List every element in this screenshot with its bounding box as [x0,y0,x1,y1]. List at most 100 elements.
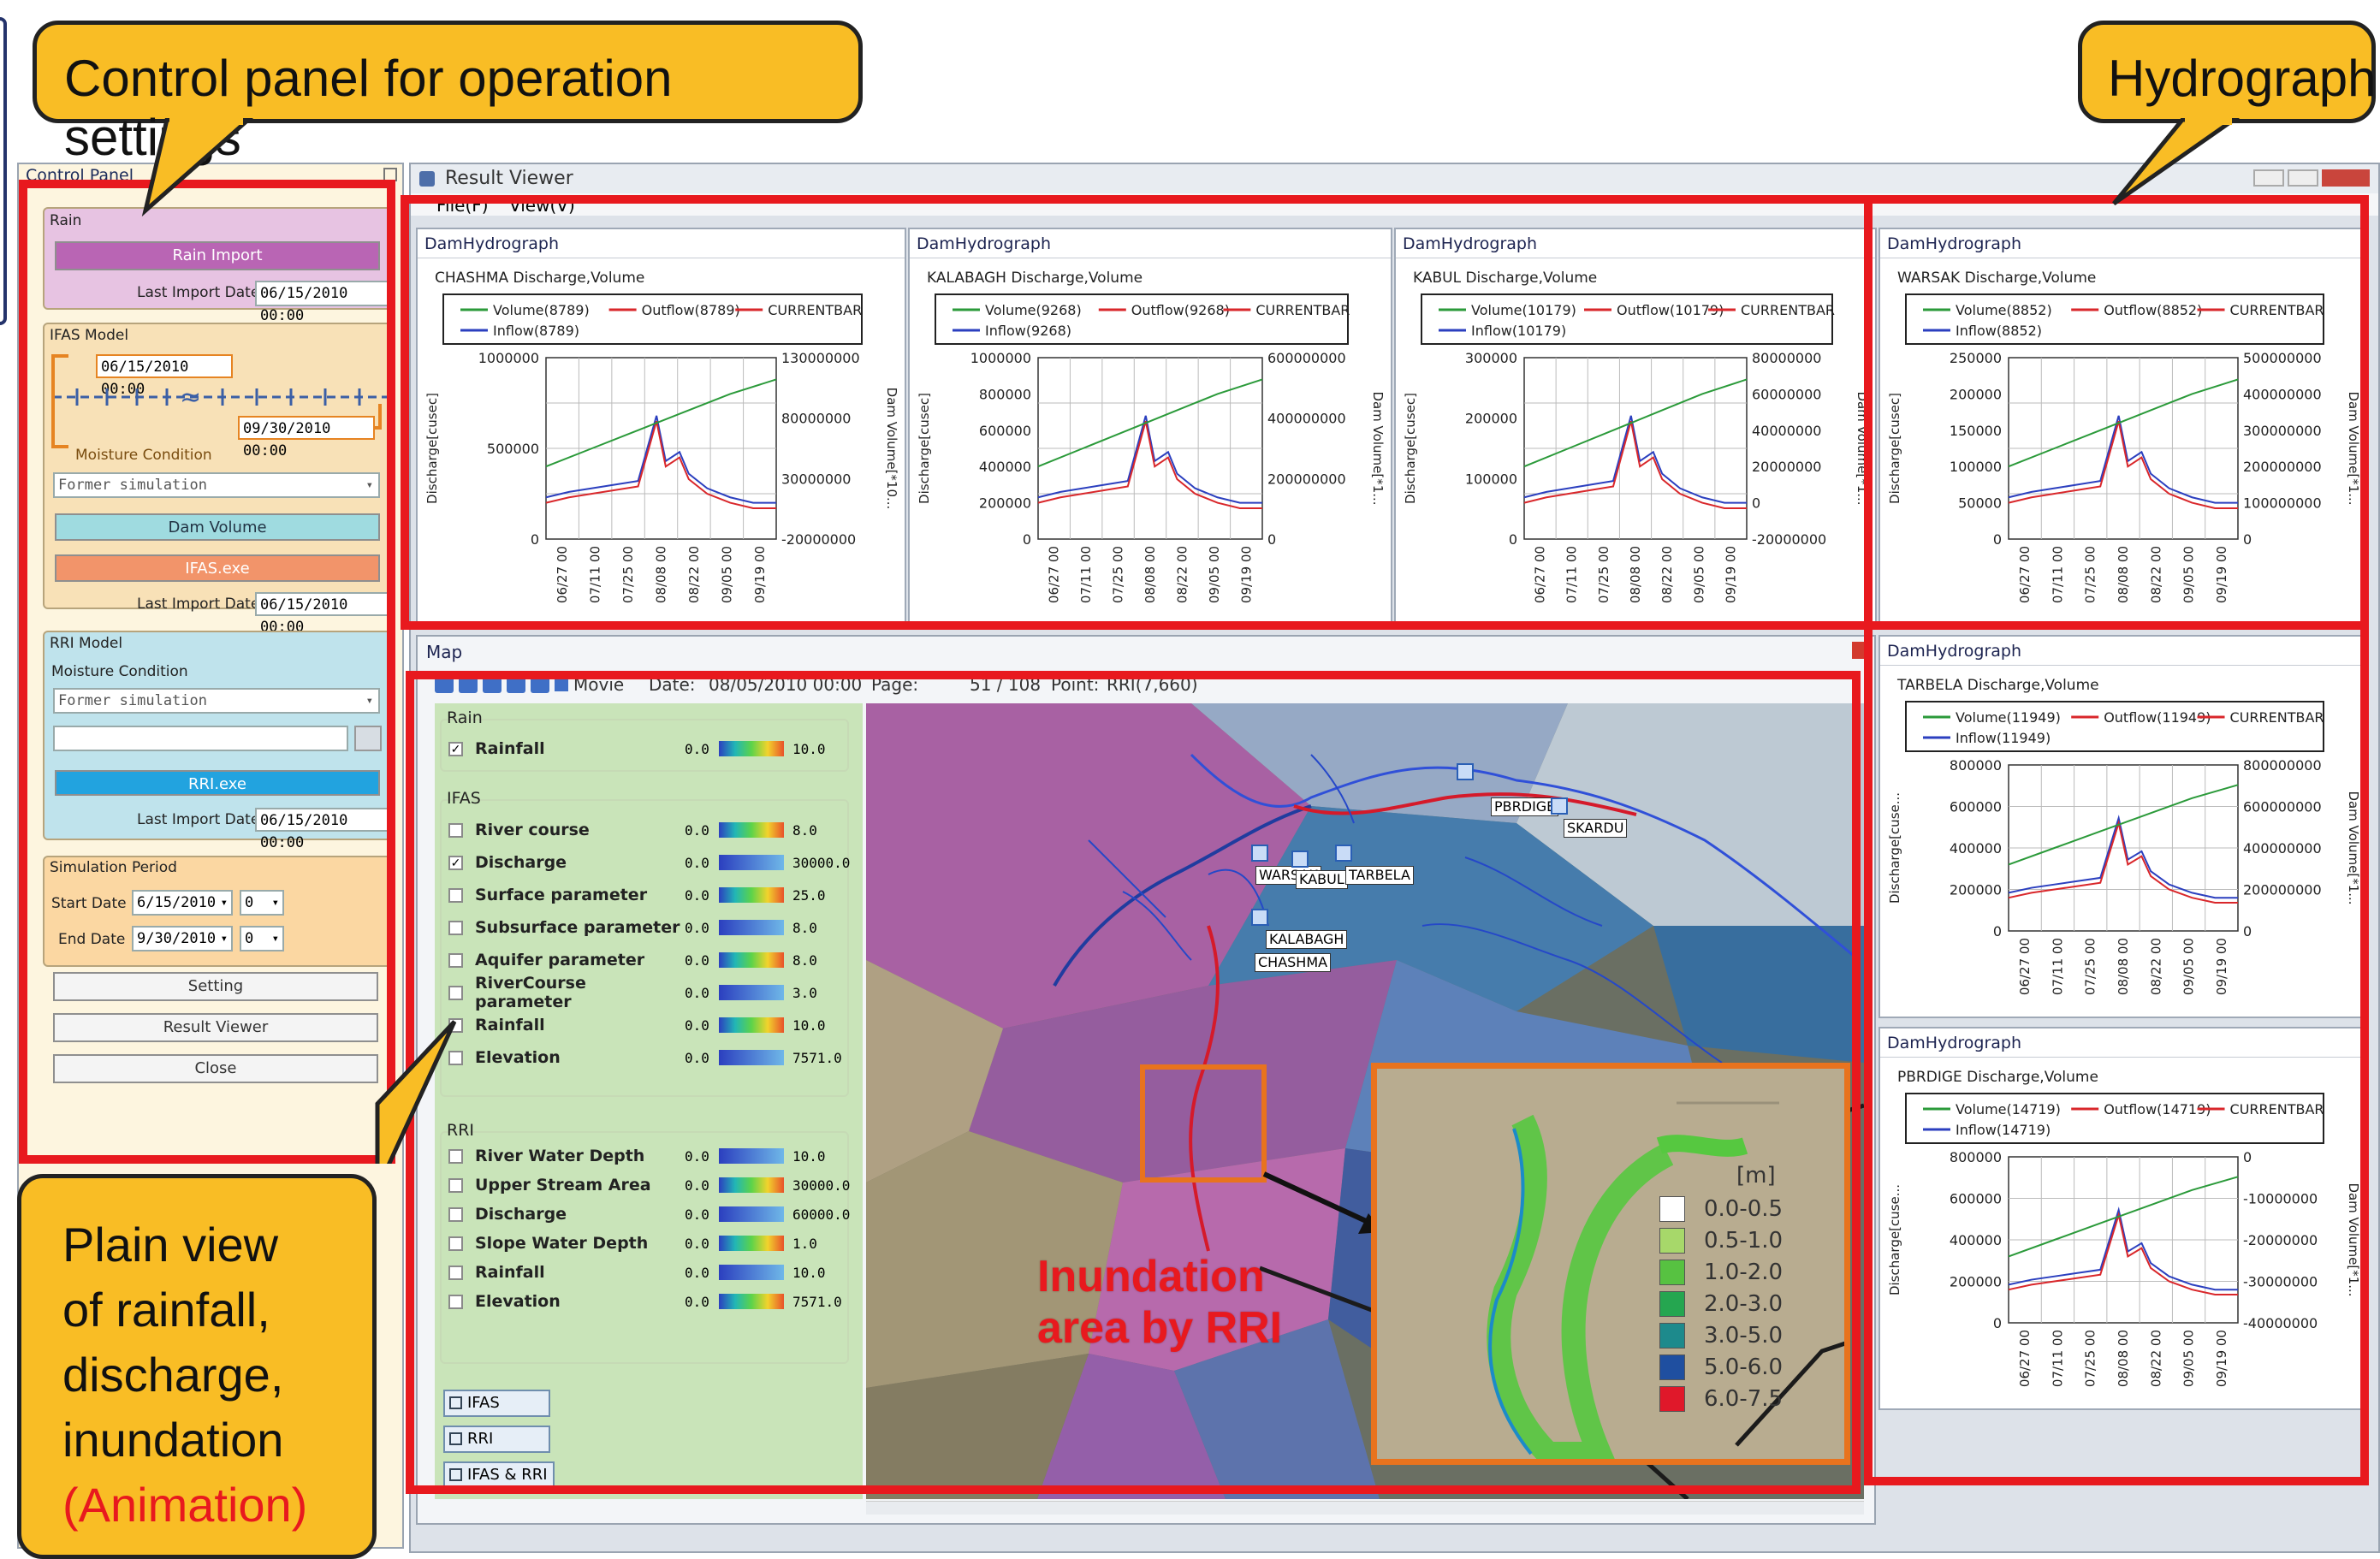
control-panel-pin-icon[interactable] [383,168,397,181]
ifas-group-title: IFAS [447,789,481,808]
map-scrollbar[interactable] [866,1501,1864,1515]
last-frame-button[interactable] [531,676,549,693]
ifas-start-field[interactable]: 06/15/2010 00:00 [96,354,233,398]
map-close-icon[interactable] [1852,642,1869,659]
layer-row[interactable]: ✓ Discharge 0.0 30000.0 [435,846,863,879]
layer-color-bar [719,1236,784,1251]
date-value: 08/05/2010 00:00 [709,674,863,695]
plain-line-3: discharge, [62,1348,284,1402]
layer-checkbox[interactable] [448,920,463,935]
dam-pin-skardu[interactable] [1551,797,1568,815]
ifas-exe-button[interactable]: IFAS.exe [55,554,380,582]
layer-checkbox[interactable]: ✓ [448,855,463,870]
layer-row[interactable]: Subsurface parameter 0.0 8.0 [435,911,863,944]
layer-checkbox[interactable] [448,1294,463,1309]
setting-button[interactable]: Setting [53,972,378,1001]
movie-icon[interactable] [555,678,568,691]
layer-row[interactable]: Elevation 0.0 7571.0 [435,1287,863,1316]
layer-checkbox[interactable]: ✓ [448,741,463,756]
start-date-value: 6/15/2010 [137,894,217,911]
close-icon[interactable] [2322,169,2370,187]
dam-pin-kabul[interactable] [1291,851,1309,868]
point-label: Point: [1051,674,1100,695]
layer-checkbox[interactable] [448,952,463,968]
next-frame-button[interactable] [507,676,525,693]
layer-checkbox[interactable] [448,887,463,903]
hydrograph-title: WARSAK Discharge,Volume [1897,270,2096,287]
y-tick-label: 600000 [979,423,1031,439]
layer-row[interactable]: ✓ Rainfall 0.0 10.0 [435,734,863,763]
layer-row[interactable]: Upper Stream Area 0.0 30000.0 [435,1171,863,1200]
y-tick-label: 250000 [1950,350,2002,366]
end-date-field[interactable]: 9/30/2010 ▾ [132,926,233,951]
layer-row[interactable]: Slope Water Depth 0.0 1.0 [435,1229,863,1258]
layer-row[interactable]: River course 0.0 8.0 [435,814,863,846]
y-tick-label: 300000 [1465,350,1517,366]
x-tick-label: 08/22 00 [2148,938,2163,995]
map-view[interactable]: PBRDIGE SKARDU WARSAK KABUL TARBELA KALA… [866,703,1864,1499]
rri-last-import-field[interactable]: 06/15/2010 00:00 [255,808,392,851]
ifas-mode-button[interactable]: IFAS [443,1390,550,1417]
folder-icon[interactable] [354,726,382,751]
maximize-icon[interactable] [2288,169,2318,187]
layer-row[interactable]: Surface parameter 0.0 25.0 [435,879,863,911]
prev-frame-button[interactable] [459,676,478,693]
layer-checkbox[interactable] [448,1236,463,1251]
result-viewer-title: Result Viewer [445,168,573,189]
rri-exe-button[interactable]: RRI.exe [55,770,380,796]
hydrograph-chart: KABUL Discharge,Volume Volume(10179) Outfl… [1403,270,1870,603]
ifas-moisture-label: Moisture Condition [75,447,212,464]
menu-view[interactable]: View(V) [509,195,575,216]
ifas-last-import-field[interactable]: 06/15/2010 00:00 [255,592,392,636]
close-button[interactable]: Close [53,1054,378,1083]
scale-label: 0.5-1.0 [1704,1227,1784,1254]
layer-row[interactable]: Rainfall 0.0 10.0 [435,1009,863,1041]
start-date-field[interactable]: 6/15/2010 ▾ [132,890,233,916]
rri-mode-button[interactable]: RRI [443,1426,550,1453]
layer-row[interactable]: Aquifer parameter 0.0 8.0 [435,944,863,976]
scale-label: 6.0-7.5 [1704,1385,1784,1412]
dam-pin-tarbela[interactable] [1335,845,1352,862]
layer-checkbox[interactable] [448,1177,463,1193]
hydrograph-header: DamHydrograph [1880,637,2366,666]
layer-color-bar [719,952,784,968]
place-kabul: KABUL [1296,870,1348,889]
rri-file-field[interactable] [53,726,348,751]
layer-row[interactable]: Discharge 0.0 60000.0 [435,1200,863,1229]
ifas-end-field[interactable]: 09/30/2010 00:00 [238,416,375,459]
layer-checkbox[interactable] [448,1265,463,1280]
layer-checkbox[interactable] [448,822,463,838]
rain-import-button[interactable]: Rain Import [55,241,380,270]
start-hour-value: 0 [245,894,254,911]
layer-checkbox[interactable] [448,1206,463,1222]
first-frame-button[interactable] [435,676,454,693]
result-viewer-button[interactable]: Result Viewer [53,1013,378,1042]
plain-view-callout-tail [375,1020,457,1164]
play-button[interactable] [483,676,502,693]
dam-volume-button[interactable]: Dam Volume [55,513,380,541]
dam-pin-pbrdige[interactable] [1457,763,1474,780]
rri-moisture-select[interactable]: Former simulation ▾ [53,688,380,714]
rain-last-import-field[interactable]: 06/15/2010 00:00 [255,281,392,324]
y2-tick-label: -30000000 [2243,1274,2318,1290]
layer-row[interactable]: Elevation 0.0 7571.0 [435,1041,863,1074]
movie-label[interactable]: Movie [573,674,624,695]
minimize-icon[interactable] [2253,169,2284,187]
menu-file[interactable]: File(F) [436,195,489,216]
ifas-rri-mode-button[interactable]: IFAS & RRI [443,1461,555,1489]
ifas-moisture-select[interactable]: Former simulation ▾ [53,472,380,498]
layer-row[interactable]: RiverCourse parameter 0.0 3.0 [435,974,863,1011]
y-tick-label: 200000 [979,495,1031,512]
end-hour-field[interactable]: 0 ▾ [240,926,284,951]
start-hour-field[interactable]: 0 ▾ [240,890,284,916]
dam-pin-warsak[interactable] [1251,845,1268,862]
dam-pin-kalabagh[interactable] [1251,909,1268,926]
layer-color-bar [719,920,784,935]
layer-row[interactable]: River Water Depth 0.0 10.0 [435,1141,863,1171]
layer-row[interactable]: Rainfall 0.0 10.0 [435,1258,863,1287]
rain-section-title: Rain [50,212,82,229]
y2-axis-label: Dam Volume[*1... [2346,791,2361,904]
x-tick-label: 09/19 00 [1238,546,1254,603]
rain-group-title: Rain [447,708,483,727]
layer-checkbox[interactable] [448,985,463,1000]
